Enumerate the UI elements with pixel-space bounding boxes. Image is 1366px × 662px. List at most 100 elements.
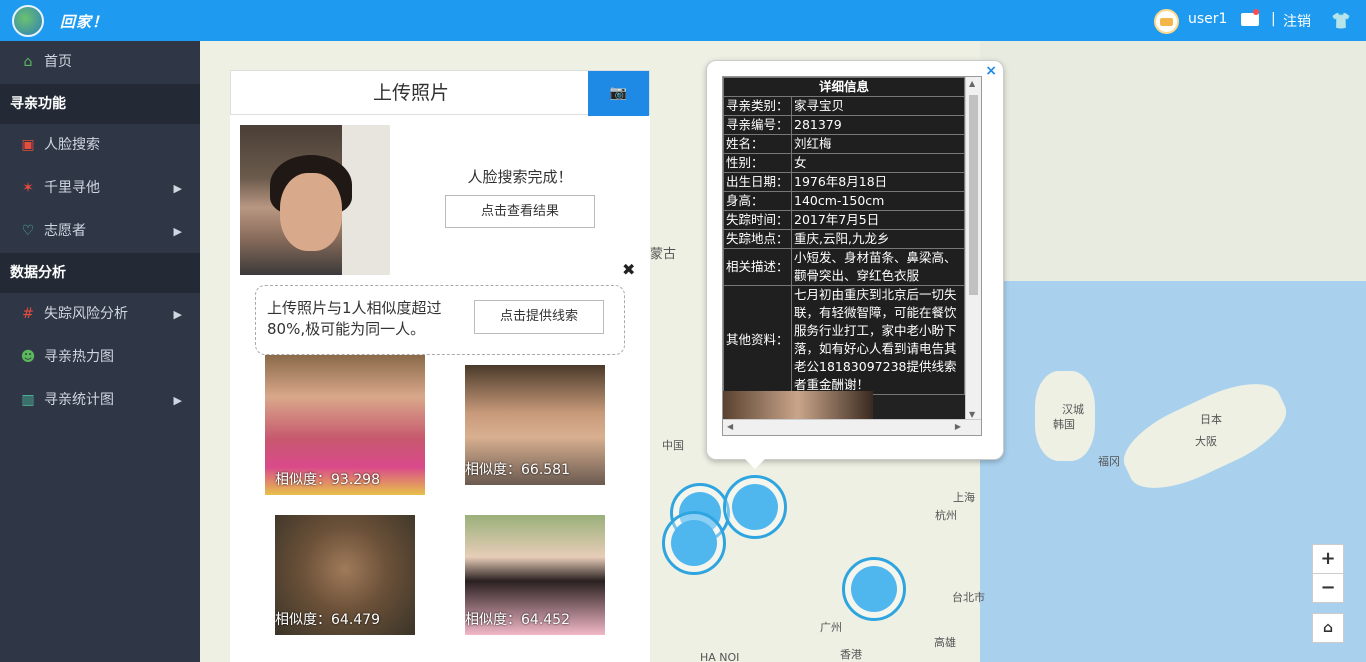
sidebar-item-label: 失踪风险分析 <box>44 306 128 322</box>
map-label: 福冈 <box>1098 455 1120 468</box>
chevron-right-icon: ▶ <box>173 308 182 321</box>
upload-panel: 上传照片 📷 人脸搜索完成！ 点击查看结果 ✖ 上传照片与1人相似度超过80%,… <box>230 70 650 662</box>
user-name[interactable]: user1 <box>1188 11 1227 27</box>
detail-table: 详细信息 寻亲类别： 家寻宝贝 寻亲编号： 281379 姓名： 刘红梅 性别：女 出… <box>723 77 965 395</box>
map-land-north <box>980 41 1366 281</box>
map-cluster-marker[interactable] <box>662 511 726 575</box>
similarity-score: 相似度：93.298 <box>275 472 380 488</box>
map-label: 蒙古 <box>650 247 677 262</box>
scroll-down-icon[interactable]: ▼ <box>969 410 975 419</box>
sidebar-item-stats[interactable]: ▥ 寻亲统计图 ▶ <box>0 379 200 422</box>
table-row: 姓名： 刘红梅 <box>723 134 965 154</box>
result-photo[interactable]: 相似度：93.298 <box>265 355 425 495</box>
home-icon: ⌂ <box>23 54 33 70</box>
chevron-right-icon: ▶ <box>173 394 182 407</box>
missing-person-photo <box>723 391 873 421</box>
table-row: 出生日期： 1976年8月18日 <box>723 172 965 192</box>
map-cluster-marker[interactable] <box>842 557 906 621</box>
user-avatar[interactable] <box>1154 9 1179 34</box>
map-label: 大阪 <box>1195 435 1217 448</box>
sidebar-item-label: 寻亲统计图 <box>44 392 114 408</box>
horizontal-scrollbar[interactable]: ◀ ▶ <box>723 419 981 435</box>
people-icon: ☻ <box>20 349 36 365</box>
sidebar-item-label: 千里寻他 <box>44 180 100 196</box>
home-icon[interactable]: ⌂ <box>1312 613 1344 643</box>
sidebar-item-label: 志愿者 <box>44 223 86 239</box>
match-text: 上传照片与1人相似度超过80%,极可能为同一人。 <box>267 299 442 338</box>
search-status: 人脸搜索完成！ <box>467 168 573 186</box>
sidebar-item-label: 寻亲热力图 <box>44 349 114 365</box>
match-notice: 上传照片与1人相似度超过80%,极可能为同一人。 点击提供线索 <box>255 285 625 355</box>
map-label: 杭州 <box>935 509 957 522</box>
camera-icon[interactable]: 📷 <box>588 71 649 116</box>
table-row: 其他资料： 七月初由重庆到北京后一切失联，有轻微智障，可能在餐饮服务行业打工，家中… <box>723 285 965 395</box>
scroll-left-icon[interactable]: ◀ <box>727 422 733 431</box>
zoom-out-button[interactable]: − <box>1312 573 1344 603</box>
detail-popup: × 详细信息 寻亲类别： 家寻宝贝 寻亲编号： 281379 姓名： 刘红梅 性别：女… <box>706 60 1004 469</box>
map-cluster-marker[interactable] <box>723 475 787 539</box>
map-label: 香港 <box>840 648 862 661</box>
table-row: 身高： 140cm-150cm <box>723 191 965 211</box>
sidebar-section-analysis: 数据分析 <box>0 253 200 293</box>
heart-icon: ♡ <box>21 223 35 239</box>
map-label: 中国 <box>662 439 684 452</box>
face-scan-icon: ▣ <box>21 137 35 153</box>
sidebar-item-heatmap[interactable]: ☻ 寻亲热力图 <box>0 336 200 379</box>
zoom-in-button[interactable]: + <box>1312 544 1344 574</box>
uploaded-photo <box>240 125 390 275</box>
map-label: 广州 <box>820 621 842 634</box>
sidebar-item-label: 首页 <box>44 54 72 70</box>
map-label: 台北市 <box>952 591 985 604</box>
sidebar-item-label: 人脸搜索 <box>44 137 100 153</box>
provide-clue-button[interactable]: 点击提供线索 <box>474 300 604 334</box>
table-row: 相关描述： 小短发、身材苗条、鼻梁高、颧骨突出、穿红色衣服 <box>723 248 965 286</box>
vertical-scrollbar[interactable]: ▲ ▼ <box>965 77 981 421</box>
app-logo-text: 回家！ <box>60 13 109 31</box>
detail-frame: 详细信息 寻亲类别： 家寻宝贝 寻亲编号： 281379 姓名： 刘红梅 性别：女 出… <box>722 76 982 436</box>
scroll-thumb[interactable] <box>969 95 978 295</box>
sidebar-section-search: 寻亲功能 <box>0 84 200 124</box>
similarity-score: 相似度：64.479 <box>275 612 380 628</box>
table-row: 失踪地点： 重庆,云阳,九龙乡 <box>723 229 965 249</box>
bar-chart-icon: ▥ <box>21 392 35 408</box>
shirt-icon[interactable]: 👕 <box>1331 11 1351 30</box>
sidebar-item-face-search[interactable]: ▣ 人脸搜索 <box>0 124 200 167</box>
result-photo[interactable]: 相似度：64.452 <box>465 515 605 635</box>
walker-icon: ✶ <box>22 180 34 196</box>
chevron-right-icon: ▶ <box>173 225 182 238</box>
similarity-score: 相似度：64.452 <box>465 612 570 628</box>
scroll-up-icon[interactable]: ▲ <box>969 79 975 88</box>
table-row: 寻亲编号： 281379 <box>723 115 965 135</box>
sidebar: ⌂ 首页 寻亲功能 ▣ 人脸搜索 ✶ 千里寻他 ▶ ♡ 志愿者 ▶ 数据分析 #… <box>0 41 200 662</box>
table-row: 失踪时间： 2017年7月5日 <box>723 210 965 230</box>
upload-header: 上传照片 📷 <box>230 70 650 116</box>
upload-title: 上传照片 <box>372 82 449 104</box>
map-label: HA NOI <box>700 651 740 662</box>
map-label: 日本 <box>1200 413 1222 426</box>
mail-icon[interactable] <box>1241 9 1259 26</box>
globe-logo-icon[interactable] <box>12 5 44 37</box>
map-label: 汉城 <box>1062 403 1084 416</box>
sidebar-item-risk-analysis[interactable]: # 失踪风险分析 ▶ <box>0 293 200 336</box>
detail-header: 详细信息 <box>723 77 965 97</box>
map-label: 上海 <box>953 491 975 504</box>
similarity-score: 相似度：66.581 <box>465 462 570 478</box>
close-icon[interactable]: ✖ <box>622 260 635 279</box>
close-icon[interactable]: × <box>985 63 997 79</box>
separator: | <box>1271 11 1276 27</box>
table-row: 寻亲类别： 家寻宝贝 <box>723 96 965 116</box>
view-result-button[interactable]: 点击查看结果 <box>445 195 595 228</box>
sidebar-item-home[interactable]: ⌂ 首页 <box>0 41 200 84</box>
result-photo[interactable]: 相似度：66.581 <box>465 365 605 485</box>
logout-link[interactable]: 注销 <box>1283 11 1311 31</box>
result-photo[interactable]: 相似度：64.479 <box>275 515 415 635</box>
table-row: 性别：女 <box>723 153 965 173</box>
map-label: 韩国 <box>1053 418 1075 431</box>
top-bar: 回家！ user1 | 注销 👕 <box>0 0 1366 41</box>
scroll-right-icon[interactable]: ▶ <box>955 422 961 431</box>
sidebar-item-thousand-miles[interactable]: ✶ 千里寻他 ▶ <box>0 167 200 210</box>
sidebar-item-volunteer[interactable]: ♡ 志愿者 ▶ <box>0 210 200 253</box>
chevron-right-icon: ▶ <box>173 182 182 195</box>
grid-icon: # <box>22 306 34 322</box>
map-label: 高雄 <box>934 636 956 649</box>
